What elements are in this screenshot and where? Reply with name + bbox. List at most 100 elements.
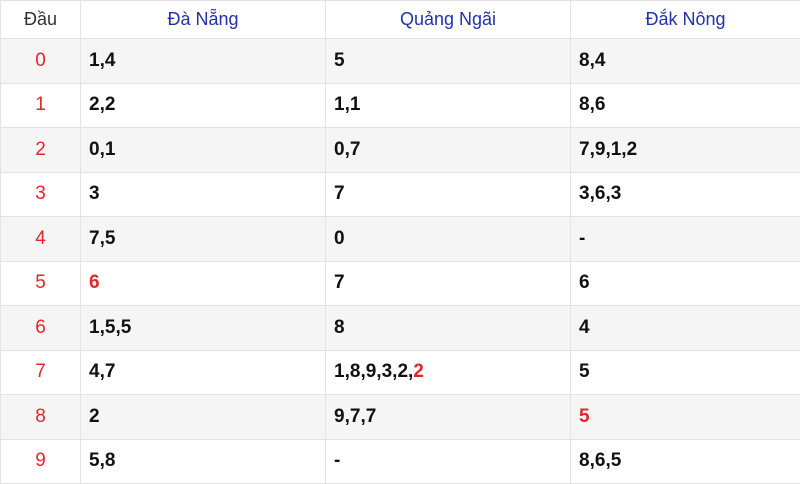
tail-digit: 1 (611, 139, 622, 160)
tail-digit: 5 (611, 450, 622, 471)
table-body: 01,458,412,21,18,620,10,77,9,1,23373,6,3… (1, 39, 800, 484)
head-digit-cell: 8 (1, 395, 81, 440)
tail-digit: 7 (350, 406, 361, 427)
tail-digit: 0 (334, 139, 345, 160)
tails-cell-dak-nong: 5 (571, 350, 800, 395)
tails-cell-da-nang: 1,4 (81, 39, 326, 84)
tail-digit: 2 (89, 94, 100, 115)
tail-digit: 2 (627, 139, 638, 160)
tail-digit: 1 (334, 94, 345, 115)
loto-head-table: Đầu Đà Nẵng Quảng Ngãi Đắk Nông 01,458,4… (0, 0, 800, 484)
table-row: 3373,6,3 (1, 172, 800, 217)
tail-digit: - (334, 450, 340, 471)
tail-digit: 0 (334, 228, 345, 249)
tail-digit: 7 (350, 139, 361, 160)
tail-digit-highlight: 6 (89, 272, 100, 293)
tail-digit: 8 (579, 94, 590, 115)
tails-cell-quang-ngai: 5 (326, 39, 571, 84)
tail-digit: 8 (579, 450, 590, 471)
tail-digit: 1 (350, 94, 361, 115)
tail-digit: 7 (334, 183, 345, 204)
table-row: 82 9,7,7 5 (1, 395, 800, 440)
head-digit-cell: 6 (1, 306, 81, 351)
tail-digit: 5 (334, 50, 345, 71)
tail-digit: 6 (595, 94, 606, 115)
head-digit-cell: 3 (1, 172, 81, 217)
tail-digit: 3 (611, 183, 622, 204)
tails-cell-da-nang: 2,2 (81, 83, 326, 128)
tails-cell-da-nang: 6 (81, 261, 326, 306)
header-province-da-nang: Đà Nẵng (81, 1, 326, 39)
tails-cell-quang-ngai: 1,8,9,3,2,2 (326, 350, 571, 395)
tails-cell-da-nang: 0,1 (81, 128, 326, 173)
table-row: 5676 (1, 261, 800, 306)
tail-digit: 5 (89, 450, 100, 471)
tails-cell-quang-ngai: 7 (326, 261, 571, 306)
tail-digit: 2 (397, 361, 408, 382)
tails-cell-da-nang: 7,5 (81, 217, 326, 262)
table-row: 74,71,8,9,3,2,2 5 (1, 350, 800, 395)
table-row: 20,10,77,9,1,2 (1, 128, 800, 173)
table-row: 47,5 0 - (1, 217, 800, 262)
tails-cell-dak-nong: 8,4 (571, 39, 800, 84)
table-row: 61,5,5 8 4 (1, 306, 800, 351)
head-digit-cell: 7 (1, 350, 81, 395)
tail-digit: 7 (366, 406, 377, 427)
tail-digit: 9 (366, 361, 377, 382)
tail-digit: 5 (579, 361, 590, 382)
tail-digit: 4 (579, 317, 590, 338)
tail-digit: 6 (595, 183, 606, 204)
tail-digit: 3 (89, 183, 100, 204)
tail-digit: 2 (89, 406, 100, 427)
tail-digit: 5 (121, 317, 132, 338)
tail-digit: 2 (105, 94, 116, 115)
tail-digit: 5 (105, 317, 116, 338)
tail-digit: 4 (595, 50, 606, 71)
tail-digit: 9 (334, 406, 345, 427)
tail-digit: 8 (105, 450, 116, 471)
tails-cell-da-nang: 4,7 (81, 350, 326, 395)
tails-cell-da-nang: 3 (81, 172, 326, 217)
tail-digit: 8 (334, 317, 345, 338)
tails-cell-dak-nong: 6 (571, 261, 800, 306)
tail-digit: 1 (334, 361, 345, 382)
tail-digit: 0 (89, 139, 100, 160)
tails-cell-dak-nong: 4 (571, 306, 800, 351)
tails-cell-quang-ngai: 0 (326, 217, 571, 262)
head-digit-cell: 4 (1, 217, 81, 262)
tail-digit: 6 (595, 450, 606, 471)
tails-cell-dak-nong: - (571, 217, 800, 262)
tail-digit: 8 (350, 361, 361, 382)
tail-digit: 5 (105, 228, 116, 249)
head-digit-cell: 1 (1, 83, 81, 128)
tail-digit: 4 (105, 50, 116, 71)
tail-digit-highlight: 5 (579, 406, 590, 427)
table-row: 01,4 5 8,4 (1, 39, 800, 84)
tail-digit: - (579, 228, 585, 249)
tails-cell-dak-nong: 7,9,1,2 (571, 128, 800, 173)
tails-cell-quang-ngai: 1,1 (326, 83, 571, 128)
tail-digit: 7 (579, 139, 590, 160)
head-digit-cell: 0 (1, 39, 81, 84)
tail-digit: 3 (382, 361, 393, 382)
tail-digit: 7 (105, 361, 116, 382)
tail-digit: 1 (105, 139, 116, 160)
tail-digit: 3 (579, 183, 590, 204)
header-province-quang-ngai: Quảng Ngãi (326, 1, 571, 39)
tails-cell-dak-nong: 5 (571, 395, 800, 440)
table-header: Đầu Đà Nẵng Quảng Ngãi Đắk Nông (1, 1, 800, 39)
tails-cell-quang-ngai: 7 (326, 172, 571, 217)
tail-digit: 7 (89, 228, 100, 249)
tail-digit: 1 (89, 317, 100, 338)
tail-digit: 4 (89, 361, 100, 382)
header-row: Đầu Đà Nẵng Quảng Ngãi Đắk Nông (1, 1, 800, 39)
tails-cell-da-nang: 1,5,5 (81, 306, 326, 351)
tails-cell-dak-nong: 8,6 (571, 83, 800, 128)
tails-cell-quang-ngai: 9,7,7 (326, 395, 571, 440)
tail-digit-highlight: 2 (413, 361, 424, 382)
head-digit-cell: 2 (1, 128, 81, 173)
tail-digit: 1 (89, 50, 100, 71)
table-row: 12,21,18,6 (1, 83, 800, 128)
header-province-dak-nong: Đắk Nông (571, 1, 800, 39)
tails-cell-da-nang: 2 (81, 395, 326, 440)
